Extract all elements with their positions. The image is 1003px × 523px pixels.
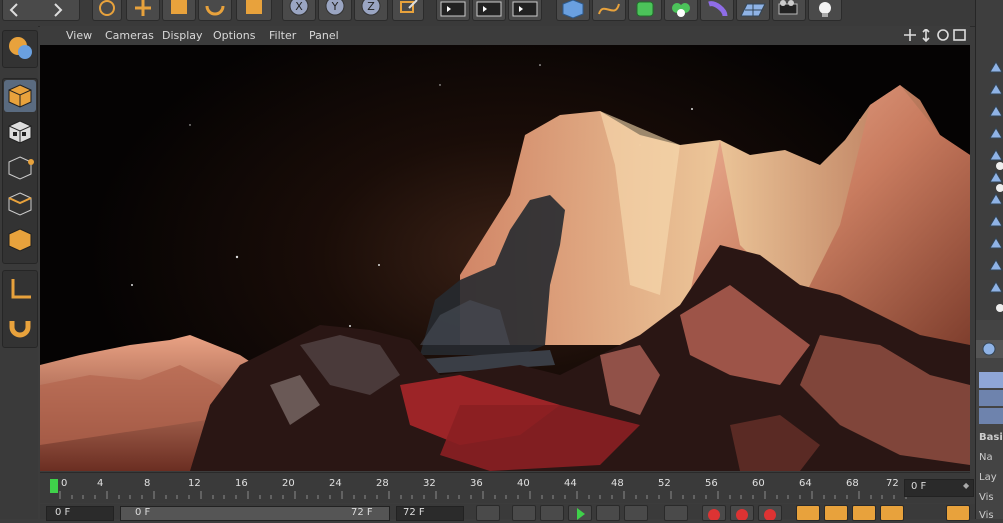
- tick-label: 56: [705, 478, 718, 489]
- cube-object-icon[interactable]: [556, 0, 590, 21]
- tick-label: 8: [144, 478, 151, 489]
- rotate-view-icon[interactable]: [937, 29, 949, 41]
- maximize-view-icon[interactable]: [953, 29, 966, 41]
- render-settings-icon[interactable]: [508, 0, 542, 21]
- edge-mode-icon[interactable]: [4, 188, 36, 220]
- svg-text:Z: Z: [367, 0, 375, 13]
- render-view-icon[interactable]: [436, 0, 470, 21]
- lion-statue: [410, 195, 565, 375]
- end-frame-value: 72 F: [403, 507, 425, 518]
- undo-redo-group[interactable]: [2, 0, 80, 21]
- current-frame-field[interactable]: 0 F ◆: [904, 479, 974, 497]
- svg-text:Y: Y: [331, 0, 339, 13]
- visible-editor-label: Vis: [979, 492, 994, 503]
- snap-group: [2, 270, 38, 348]
- rotate-tool-icon[interactable]: [198, 0, 232, 21]
- zoom-view-icon[interactable]: [922, 29, 930, 42]
- attributes-tab-active[interactable]: [979, 372, 1003, 388]
- tick-label: 0: [61, 478, 68, 489]
- coordinate-system-icon[interactable]: [392, 0, 424, 21]
- move-tool-icon[interactable]: [126, 0, 160, 21]
- axis-mode-icon[interactable]: [4, 273, 36, 305]
- tick-label: 24: [329, 478, 342, 489]
- recent-tool-icon[interactable]: [236, 0, 272, 21]
- array-object-icon[interactable]: [664, 0, 698, 21]
- menu-filter[interactable]: Filter: [269, 29, 296, 42]
- scale-tool-icon[interactable]: [162, 0, 196, 21]
- tick-label: 52: [658, 478, 671, 489]
- max-frame-value: 72 F: [351, 507, 373, 518]
- timeline-ruler[interactable]: 0 4 8 12 16 20 24 28 32 36 40 44 48 52 5…: [40, 472, 970, 503]
- 3d-viewport[interactable]: [40, 45, 970, 471]
- viewport-menubar: View Cameras Display Options Filter Pane…: [40, 26, 970, 45]
- texture-mode-icon[interactable]: [4, 116, 36, 148]
- basic-section-label: Basic: [979, 432, 1003, 443]
- menu-panel[interactable]: Panel: [309, 29, 339, 42]
- subdivision-surface-icon[interactable]: [628, 0, 662, 21]
- menu-cameras[interactable]: Cameras: [105, 29, 154, 42]
- right-dock-panel: Basic Na Lay Vis Vis: [975, 0, 1003, 521]
- main-toolbar: X Y Z: [0, 0, 975, 27]
- tick-label: 4: [97, 478, 104, 489]
- tick-label: 36: [470, 478, 483, 489]
- attributes-tab[interactable]: [979, 390, 1003, 406]
- visible-renderer-label: Vis: [979, 510, 994, 521]
- menu-display[interactable]: Display: [162, 29, 203, 42]
- y-axis-button[interactable]: Y: [318, 0, 352, 21]
- point-mode-icon[interactable]: [4, 152, 36, 184]
- menu-view[interactable]: View: [66, 29, 92, 42]
- name-field-label: Na: [979, 452, 993, 463]
- floor-object-icon[interactable]: [736, 0, 770, 21]
- snap-magnet-icon[interactable]: [4, 309, 36, 341]
- tick-label: 44: [564, 478, 577, 489]
- camera-object-icon[interactable]: [772, 0, 806, 21]
- layer-field-label: Lay: [979, 472, 997, 483]
- rendered-scene: [40, 64, 970, 471]
- tick-label: 16: [235, 478, 248, 489]
- tick-label: 12: [188, 478, 201, 489]
- tick-label: 28: [376, 478, 389, 489]
- model-mode-icon[interactable]: [4, 80, 36, 112]
- svg-text:X: X: [295, 0, 303, 13]
- z-axis-button[interactable]: Z: [354, 0, 388, 21]
- deformer-icon[interactable]: [700, 0, 734, 21]
- menu-options[interactable]: Options: [213, 29, 255, 42]
- render-to-picture-viewer-icon[interactable]: [472, 0, 506, 21]
- tick-label: 20: [282, 478, 295, 489]
- mode-palette: [0, 26, 38, 519]
- start-frame-value: 0 F: [55, 507, 71, 518]
- spline-pen-icon[interactable]: [592, 0, 626, 21]
- min-frame-value: 0 F: [135, 507, 151, 518]
- move-view-icon[interactable]: [904, 29, 916, 41]
- tick-label: 40: [517, 478, 530, 489]
- tick-label: 60: [752, 478, 765, 489]
- tick-label: 64: [799, 478, 812, 489]
- make-editable-icon[interactable]: [4, 32, 36, 64]
- tick-label: 68: [846, 478, 859, 489]
- current-frame-value: 0 F: [911, 481, 927, 492]
- polygon-mode-icon[interactable]: [4, 224, 36, 256]
- attributes-tab[interactable]: [979, 408, 1003, 424]
- make-editable-group: [2, 30, 38, 68]
- tick-label: 72: [886, 478, 899, 489]
- live-selection-icon[interactable]: [92, 0, 122, 21]
- tick-label: 32: [423, 478, 436, 489]
- object-manager-strip: [976, 0, 1003, 320]
- stepper-icon[interactable]: ◆: [963, 481, 969, 490]
- light-object-icon[interactable]: [808, 0, 842, 21]
- attributes-header: [976, 340, 1003, 358]
- mode-group: [2, 78, 38, 264]
- tick-label: 48: [611, 478, 624, 489]
- x-axis-button[interactable]: X: [282, 0, 316, 21]
